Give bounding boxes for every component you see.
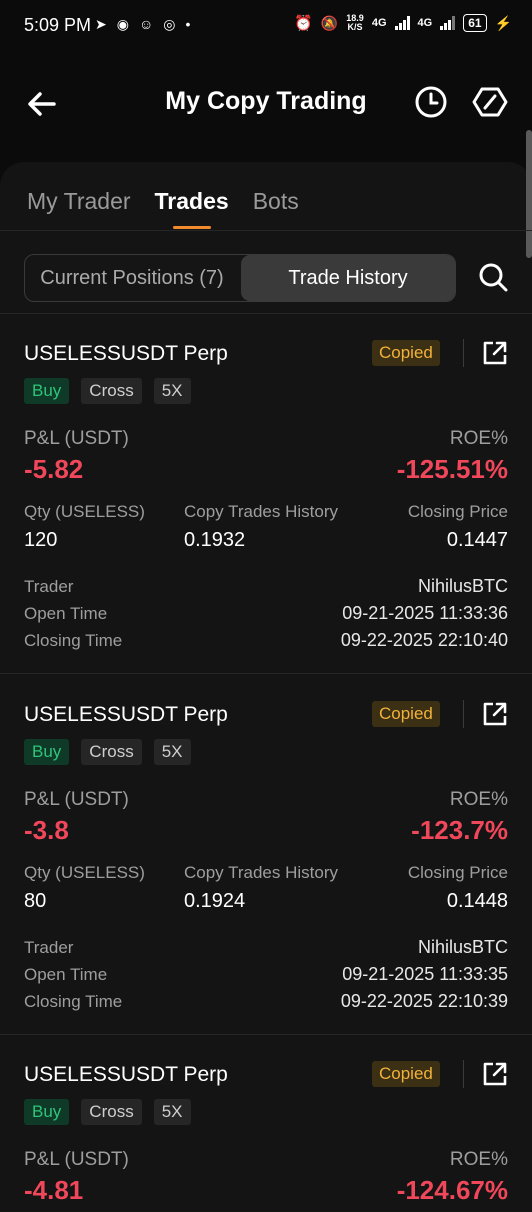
- open-time-label: Open Time: [24, 604, 108, 623]
- segment-current-positions[interactable]: Current Positions (7): [25, 255, 239, 301]
- closing-time-label: Closing Time: [24, 992, 123, 1011]
- qty-value: 80: [24, 890, 47, 912]
- pnl-label: P&L (USDT): [24, 789, 129, 810]
- side-badge: Buy: [24, 739, 70, 765]
- pnl-value: -3.8: [24, 815, 69, 845]
- mute-icon: 🔕: [320, 14, 339, 31]
- search-icon[interactable]: [478, 262, 508, 292]
- closing-time-value: 09-22-2025 22:10:40: [340, 630, 508, 650]
- trader-value[interactable]: NihilusBTC: [418, 576, 508, 597]
- closing-time-value: 09-22-2025 22:10:39: [340, 991, 508, 1011]
- pnl-label: P&L (USDT): [24, 1149, 129, 1170]
- roe-value: -124.67%: [396, 1175, 508, 1200]
- copied-badge: Copied: [372, 1061, 440, 1087]
- share-icon[interactable]: [482, 1061, 508, 1087]
- roe-value: -125.51%: [396, 454, 508, 484]
- speed-unit: K/S: [347, 22, 363, 32]
- signal-icon: [394, 16, 410, 30]
- copied-badge: Copied: [372, 701, 440, 727]
- roe-value: -123.7%: [411, 815, 508, 845]
- header-divider: [463, 339, 464, 367]
- main-tabs: My Trader Trades Bots: [27, 188, 299, 229]
- position-segment-control: Current Positions (7) Trade History: [24, 254, 456, 302]
- trade-tags: Buy Cross 5X: [24, 378, 191, 404]
- snapchat-icon: ☺: [138, 16, 154, 32]
- closing-price-label: Closing Price: [407, 863, 508, 882]
- roe-label: ROE%: [449, 789, 508, 810]
- roe-label: ROE%: [449, 1149, 508, 1170]
- leverage-badge: 5X: [153, 739, 191, 765]
- roe-label: ROE%: [449, 428, 508, 449]
- network-speed: 18.9 K/S: [346, 14, 364, 32]
- copied-badge: Copied: [372, 340, 440, 366]
- trade-card: USELESSUSDT Perp Copied Buy Cross 5X P&L…: [0, 314, 532, 674]
- trader-value[interactable]: NihilusBTC: [418, 937, 508, 958]
- copy-trades-label: Copy Trades History: [184, 863, 338, 882]
- closing-time-label: Closing Time: [24, 631, 123, 650]
- tabs-divider: [0, 230, 532, 231]
- network-type-1: 4G: [371, 17, 387, 29]
- trader-label: Trader: [24, 938, 74, 957]
- header-divider: [463, 1060, 464, 1088]
- copy-trades-value: 0.1924: [184, 890, 246, 912]
- trade-symbol: USELESSUSDT Perp: [24, 1063, 228, 1086]
- open-time-value: 09-21-2025 11:33:36: [342, 603, 508, 623]
- system-icons: ⏰ 🔕 18.9 K/S 4G 4G 61 ⚡: [294, 14, 512, 32]
- closing-price-value: 0.1447: [446, 529, 508, 551]
- copy-trades-value: 0.1932: [184, 529, 246, 551]
- trade-symbol: USELESSUSDT Perp: [24, 342, 228, 365]
- share-icon[interactable]: [482, 340, 508, 366]
- margin-badge: Cross: [81, 739, 142, 765]
- copy-trades-label: Copy Trades History: [184, 502, 338, 521]
- leverage-badge: 5X: [153, 378, 191, 404]
- settings-hexagon-icon[interactable]: [472, 84, 508, 120]
- app-header: My Copy Trading: [0, 56, 532, 152]
- closing-price-value: 0.1448: [446, 890, 508, 912]
- margin-badge: Cross: [81, 378, 142, 404]
- segment-trade-history[interactable]: Trade History: [241, 255, 455, 301]
- qty-label: Qty (USELESS): [24, 502, 145, 521]
- card-divider: [0, 673, 532, 674]
- trade-card: USELESSUSDT Perp Copied Buy Cross 5X P&L…: [0, 1035, 532, 1200]
- pnl-value: -4.81: [24, 1175, 84, 1200]
- dot-icon: •: [185, 16, 191, 32]
- notification-icons: ➤ ◉ ☺ ◎ •: [95, 17, 190, 31]
- trade-tags: Buy Cross 5X: [24, 1099, 191, 1125]
- tab-bots[interactable]: Bots: [253, 188, 299, 215]
- page-title: My Copy Trading: [165, 87, 367, 115]
- trade-card: USELESSUSDT Perp Copied Buy Cross 5X P&L…: [0, 675, 532, 1035]
- scrollbar[interactable]: [526, 130, 532, 258]
- trade-symbol: USELESSUSDT Perp: [24, 703, 228, 726]
- discord-icon: ◉: [116, 16, 129, 32]
- telegram-icon: ➤: [95, 16, 107, 32]
- trader-label: Trader: [24, 577, 74, 596]
- charging-icon: ⚡: [494, 14, 512, 31]
- app-icon: ◎: [163, 16, 176, 32]
- status-time: 5:09 PM: [24, 15, 92, 35]
- signal-icon-2: [440, 16, 456, 30]
- network-type-2: 4G: [417, 17, 433, 29]
- margin-badge: Cross: [81, 1099, 142, 1125]
- alarm-icon: ⏰: [294, 15, 313, 32]
- qty-value: 120: [24, 529, 58, 551]
- leverage-badge: 5X: [153, 1099, 191, 1125]
- pnl-label: P&L (USDT): [24, 428, 129, 449]
- qty-label: Qty (USELESS): [24, 863, 145, 882]
- header-divider: [463, 700, 464, 728]
- pnl-value: -5.82: [24, 454, 84, 484]
- history-clock-icon[interactable]: [414, 85, 448, 119]
- open-time-label: Open Time: [24, 965, 108, 984]
- tab-my-trader[interactable]: My Trader: [27, 188, 131, 215]
- trade-tags: Buy Cross 5X: [24, 739, 191, 765]
- status-bar: 5:09 PM ➤ ◉ ☺ ◎ • ⏰ 🔕 18.9 K/S 4G 4G 61 …: [0, 0, 532, 56]
- side-badge: Buy: [24, 1099, 70, 1125]
- share-icon[interactable]: [482, 701, 508, 727]
- battery-icon: 61: [463, 14, 487, 32]
- open-time-value: 09-21-2025 11:33:35: [342, 964, 508, 984]
- tab-trades[interactable]: Trades: [155, 188, 229, 229]
- closing-price-label: Closing Price: [407, 502, 508, 521]
- side-badge: Buy: [24, 378, 70, 404]
